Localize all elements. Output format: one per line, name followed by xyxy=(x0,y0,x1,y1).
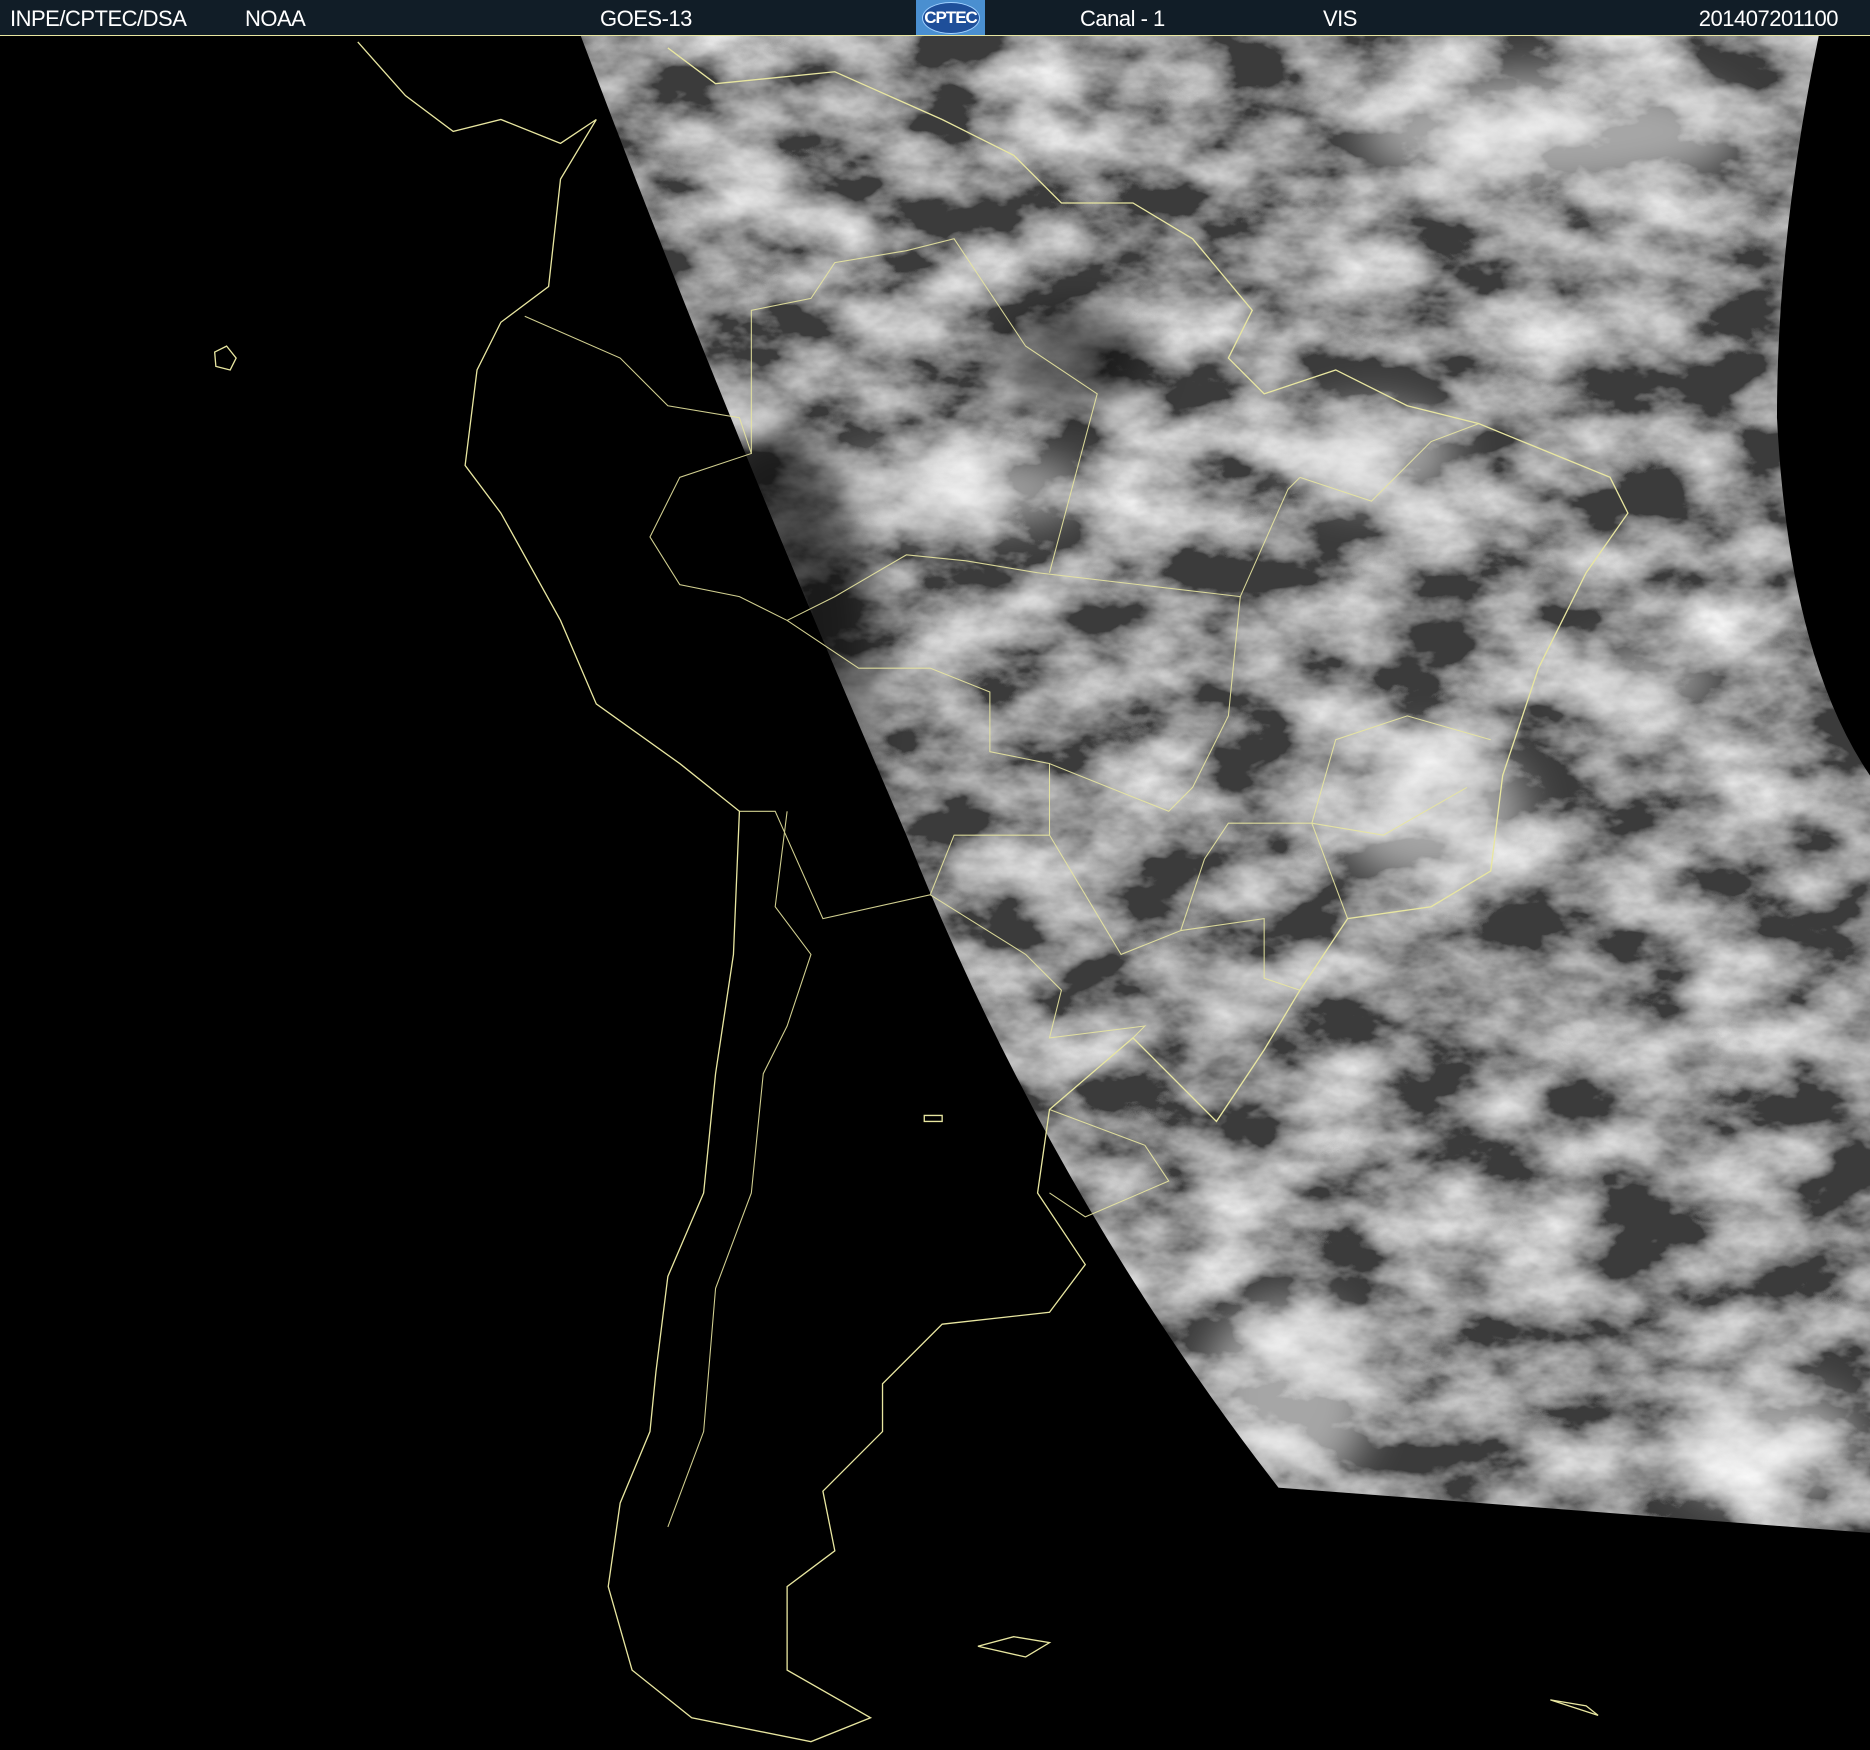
satellite-image xyxy=(0,36,1870,1750)
agency-label: NOAA xyxy=(245,6,306,31)
channel-label: Canal - 1 xyxy=(1080,6,1165,31)
logo-text: CPTEC xyxy=(921,1,980,34)
band-label: VIS xyxy=(1323,6,1357,31)
timestamp-label: 201407201100 xyxy=(1698,6,1839,31)
header-bar: INPE/CPTEC/DSA NOAA GOES-13 CPTEC Canal … xyxy=(0,0,1870,36)
satellite-label: GOES-13 xyxy=(600,6,692,31)
org-label: INPE/CPTEC/DSA xyxy=(10,6,187,31)
cptec-logo: CPTEC xyxy=(916,0,985,35)
